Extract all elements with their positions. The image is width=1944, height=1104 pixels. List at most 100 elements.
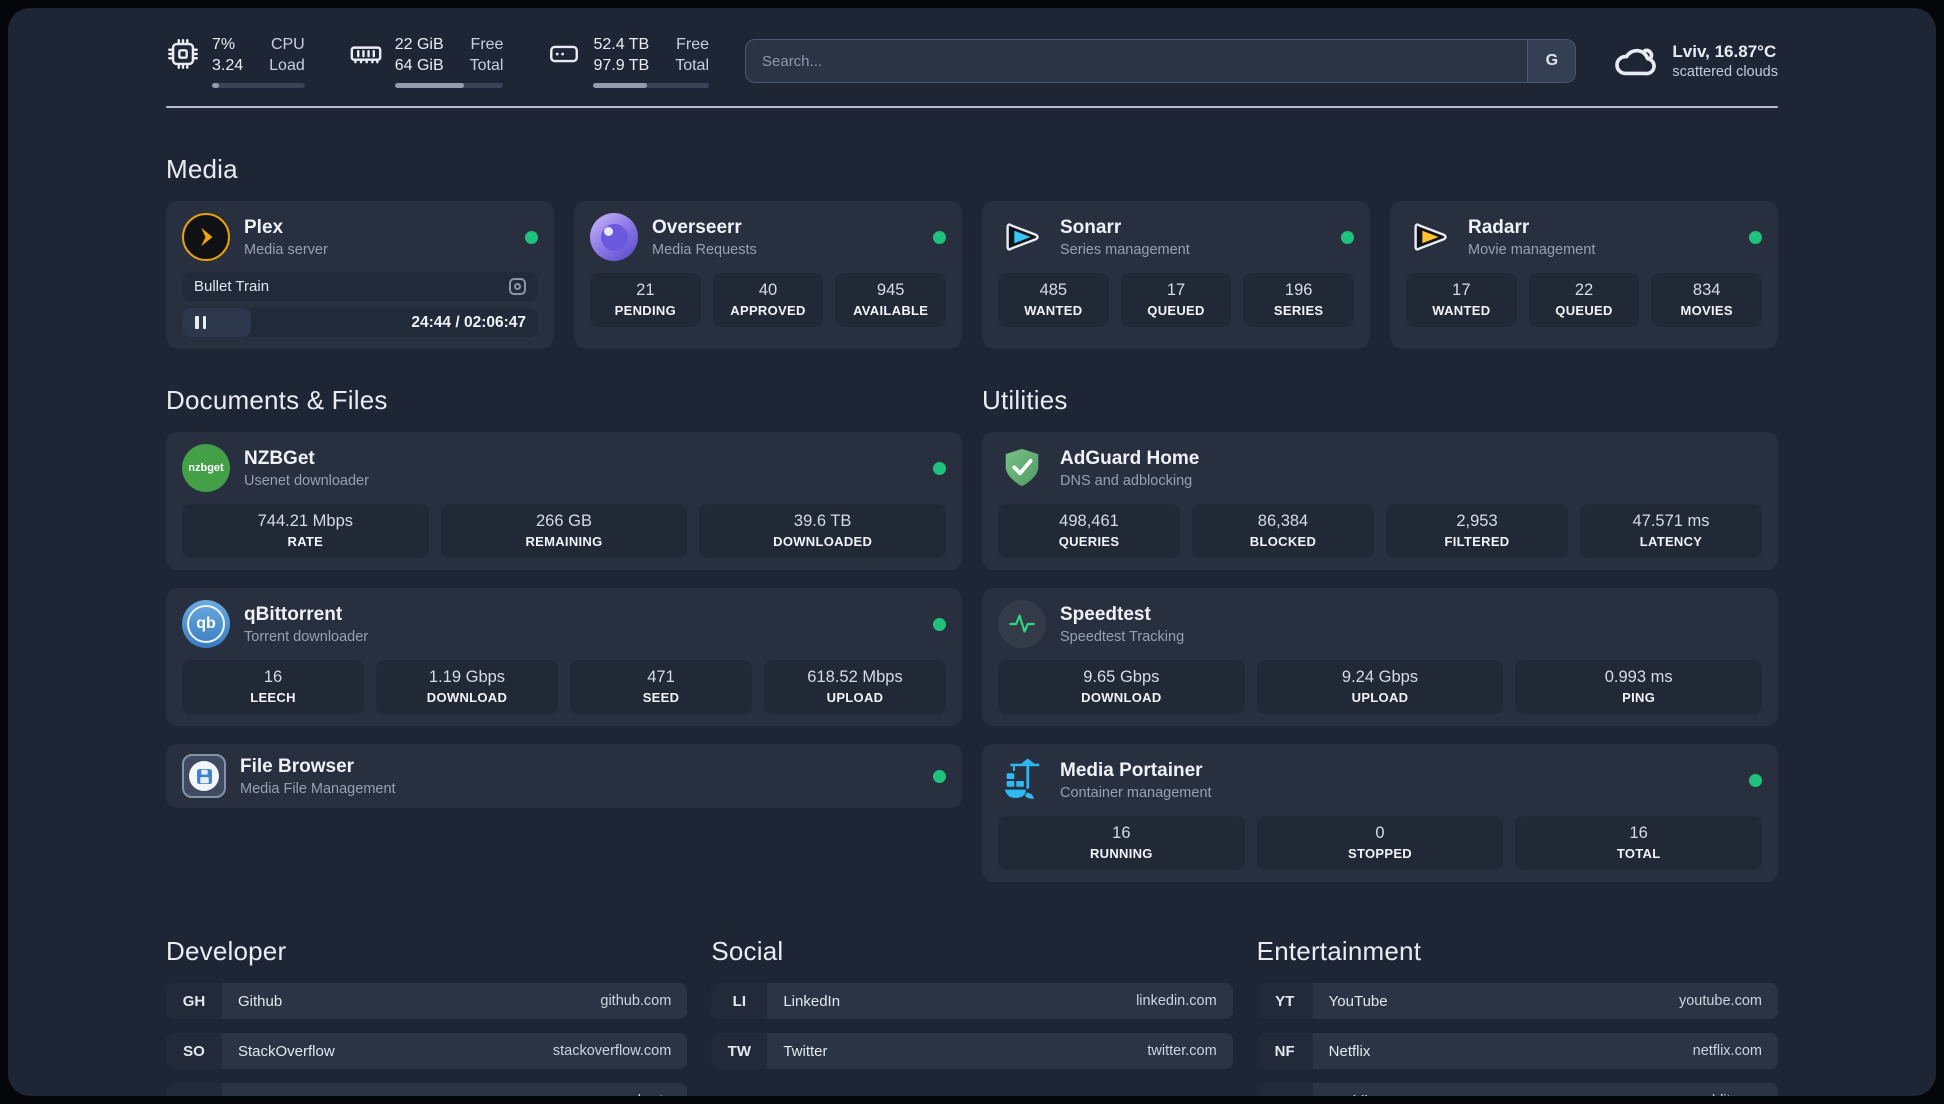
service-subtitle: Series management <box>1060 241 1190 258</box>
search-input[interactable] <box>746 40 1528 83</box>
service-subtitle: Media server <box>244 241 328 258</box>
status-dot <box>933 461 946 475</box>
weather-location-temp: Lviv, 16.87°C <box>1672 42 1777 62</box>
stat-tile: 17 WANTED <box>1406 273 1517 328</box>
service-card-overseerr[interactable]: Overseerr Media Requests 21 PENDING 40 APP… <box>574 201 962 350</box>
link-item-reddit[interactable]: RE Reddit reddit.com <box>1256 1083 1778 1096</box>
link-name: Netflix <box>1328 1042 1371 1060</box>
stat-tile: 16 RUNNING <box>998 816 1245 871</box>
section-social: Social LI LinkedIn linkedin.com TW Twitte… <box>711 936 1233 1096</box>
link-name: Reddit <box>1329 1093 1372 1096</box>
section-documents: Documents & Files nzbget NZBGet Usenet d… <box>166 385 962 809</box>
header: 7% 3.24 CPU Load 22 GiB 64 GiB Free Tota… <box>166 34 1778 89</box>
disk-label-free: Free <box>676 36 709 53</box>
stat-tile: 1.19 Gbps DOWNLOAD <box>376 660 558 715</box>
section-entertainment: Entertainment YT YouTube youtube.com NF N… <box>1256 936 1778 1096</box>
stat-tile: 498,461 QUERIES <box>998 504 1180 559</box>
service-name: NZBGet <box>244 447 315 469</box>
weather-widget: Lviv, 16.87°C scattered clouds <box>1612 38 1778 84</box>
link-url: github.com <box>600 993 672 1010</box>
pause-icon <box>195 316 206 330</box>
service-name: AdGuard Home <box>1060 447 1200 469</box>
link-item-dev[interactable]: DT DEV dev.to <box>166 1083 688 1096</box>
service-subtitle: Media File Management <box>240 780 396 797</box>
link-abbr: SO <box>166 1033 222 1070</box>
ram-stat: 22 GiB 64 GiB Free Total <box>349 34 504 89</box>
plex-icon <box>182 213 230 262</box>
section-title-social: Social <box>711 936 784 967</box>
now-playing-title: Bullet Train <box>194 278 270 296</box>
link-name: YouTube <box>1328 992 1388 1010</box>
link-abbr: RE <box>1256 1083 1313 1096</box>
link-abbr: GH <box>166 983 222 1020</box>
link-item-twitter[interactable]: TW Twitter twitter.com <box>711 1033 1233 1070</box>
service-subtitle: Usenet downloader <box>244 472 369 489</box>
stat-tile: 485 WANTED <box>998 273 1109 328</box>
search-engine-button[interactable]: G <box>1527 40 1576 83</box>
link-name: Twitter <box>783 1042 828 1060</box>
service-card-radarr[interactable]: Radarr Movie management 17 WANTED 22 QUEUE… <box>1390 201 1778 350</box>
link-name: StackOverflow <box>238 1042 335 1060</box>
stat-tile: 16 LEECH <box>182 660 364 715</box>
section-developer: Developer GH Github github.com SO StackOv… <box>166 936 688 1096</box>
stat-tile: 47.571 ms LATENCY <box>1580 504 1762 559</box>
link-url: linkedin.com <box>1136 993 1217 1010</box>
status-dot <box>1749 230 1762 244</box>
disk-free: 52.4 TB <box>593 36 650 53</box>
service-name: Sonarr <box>1060 216 1122 238</box>
status-dot <box>1341 230 1354 244</box>
link-item-github[interactable]: GH Github github.com <box>166 983 688 1020</box>
link-url: twitter.com <box>1147 1043 1217 1060</box>
ram-progress-bar <box>394 83 504 89</box>
link-item-netflix[interactable]: NF Netflix netflix.com <box>1256 1033 1778 1070</box>
link-item-linkedin[interactable]: LI LinkedIn linkedin.com <box>711 983 1233 1020</box>
disk-progress-bar <box>593 83 709 89</box>
stat-tile: 17 QUEUED <box>1120 273 1232 328</box>
link-abbr: NF <box>1256 1033 1313 1070</box>
service-card-portainer[interactable]: Media Portainer Container management 16 R… <box>982 744 1778 883</box>
stat-tile: 945 AVAILABLE <box>835 273 946 328</box>
service-card-sonarr[interactable]: Sonarr Series management 485 WANTED 17 QUE… <box>982 201 1370 350</box>
service-name: File Browser <box>240 755 355 777</box>
service-subtitle: Torrent downloader <box>244 628 369 645</box>
stat-tile: 40 APPROVED <box>712 273 824 328</box>
service-subtitle: Speedtest Tracking <box>1060 628 1185 645</box>
link-item-stackoverflow[interactable]: SO StackOverflow stackoverflow.com <box>166 1033 688 1070</box>
stat-tile: 266 GB REMAINING <box>440 504 688 559</box>
stat-tile: 39.6 TB DOWNLOADED <box>699 504 946 559</box>
link-item-youtube[interactable]: YT YouTube youtube.com <box>1256 983 1778 1020</box>
service-subtitle: Media Requests <box>652 241 757 258</box>
cpu-value: 7% <box>212 36 236 53</box>
section-title-developer: Developer <box>166 936 287 967</box>
disk-label-total: Total <box>675 57 709 75</box>
cpu-stat: 7% 3.24 CPU Load <box>166 34 305 89</box>
session-icon <box>509 278 526 296</box>
link-url: netflix.com <box>1692 1043 1762 1060</box>
section-title-utilities: Utilities <box>982 385 1068 416</box>
service-name: Media Portainer <box>1060 759 1203 781</box>
link-url: reddit.com <box>1694 1093 1762 1096</box>
service-card-filebrowser[interactable]: File Browser Media File Management <box>166 744 962 809</box>
filebrowser-icon <box>182 754 226 799</box>
status-dot <box>933 617 946 631</box>
system-stats: 7% 3.24 CPU Load 22 GiB 64 GiB Free Tota… <box>166 34 709 89</box>
portainer-icon <box>998 756 1046 804</box>
service-card-qbittorrent[interactable]: qb qBittorrent Torrent downloader 16 LEEC… <box>166 588 962 727</box>
service-card-nzbget[interactable]: nzbget NZBGet Usenet downloader 744.21 M… <box>166 432 962 571</box>
overseerr-icon <box>590 213 638 262</box>
link-abbr: TW <box>711 1033 768 1070</box>
cloud-icon <box>1615 48 1657 76</box>
service-card-adguard[interactable]: AdGuard Home DNS and adblocking 498,461 Q… <box>982 432 1778 571</box>
service-card-plex[interactable]: Plex Media server Bullet Train 24:44 / 0… <box>166 201 554 350</box>
disk-icon <box>550 45 579 63</box>
stat-tile: 9.65 Gbps DOWNLOAD <box>998 660 1245 715</box>
link-name: Github <box>238 992 283 1010</box>
dashboard: 7% 3.24 CPU Load 22 GiB 64 GiB Free Tota… <box>8 8 1936 1096</box>
ram-icon <box>350 46 382 64</box>
adguard-shield-icon <box>998 444 1046 492</box>
service-card-speedtest[interactable]: Speedtest Speedtest Tracking 9.65 Gbps DO… <box>982 588 1778 727</box>
service-name: Speedtest <box>1060 603 1151 625</box>
now-playing-row: Bullet Train <box>182 272 538 302</box>
service-name: Plex <box>244 216 284 238</box>
stat-tile: 0.993 ms PING <box>1515 660 1762 715</box>
